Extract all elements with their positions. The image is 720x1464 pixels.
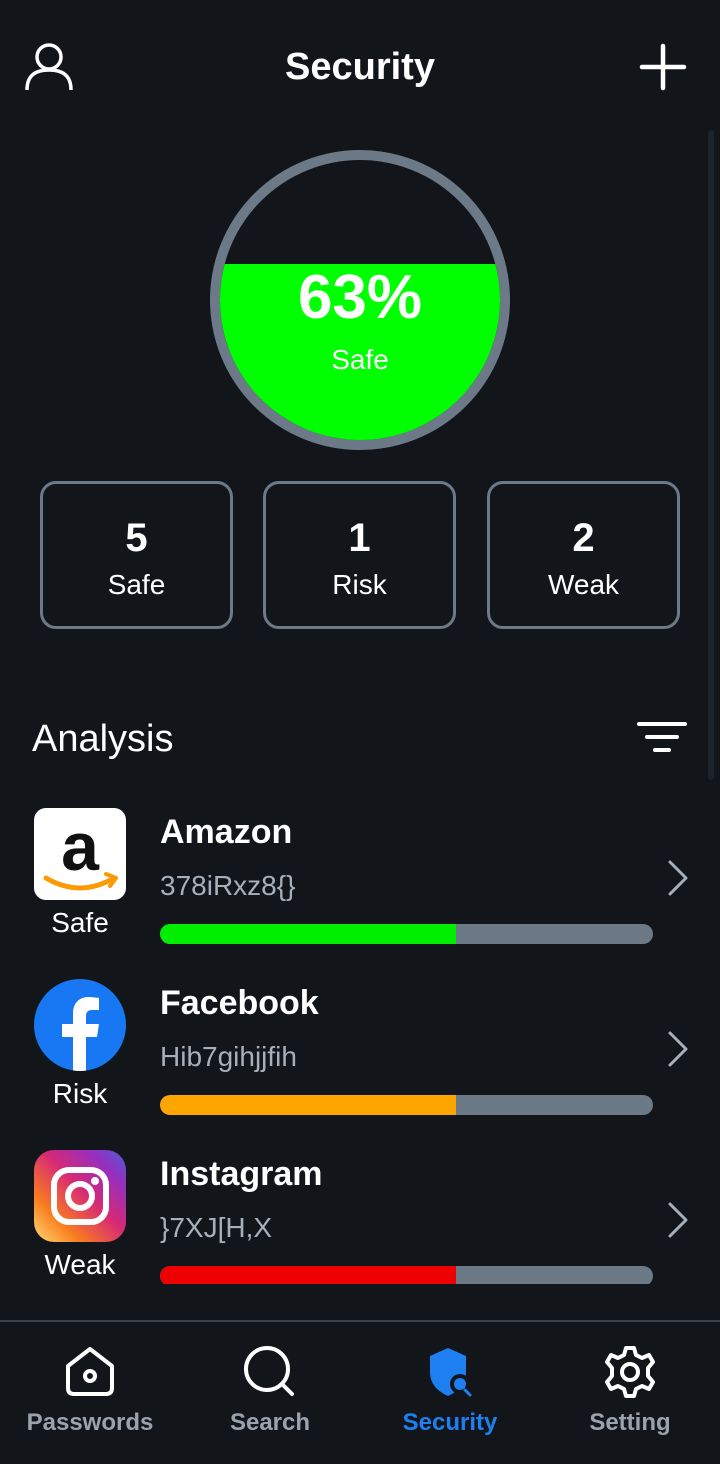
- filter-button[interactable]: [636, 716, 688, 760]
- item-name: Facebook: [160, 984, 319, 1022]
- list-item-amazon[interactable]: a Safe Amazon 378iRxz8{}: [0, 800, 720, 970]
- nav-label: Security: [402, 1409, 498, 1436]
- stat-card-safe[interactable]: 5 Safe: [40, 481, 233, 629]
- stat-card-weak[interactable]: 2 Weak: [487, 481, 680, 629]
- analysis-list: a Safe Amazon 378iRxz8{} Risk Facebook H…: [0, 800, 720, 1284]
- svg-text:a: a: [61, 809, 100, 885]
- stat-card-risk[interactable]: 1 Risk: [263, 481, 456, 629]
- nav-label: Setting: [589, 1409, 671, 1436]
- bottom-nav: Passwords Search Security Setting: [0, 1320, 720, 1464]
- stat-count: 2: [572, 516, 595, 560]
- nav-item-search[interactable]: Search: [180, 1322, 360, 1464]
- chevron-right-icon: [668, 1031, 688, 1067]
- instagram-logo: [34, 1150, 126, 1242]
- chevron-right-icon: [668, 1202, 688, 1238]
- facebook-logo: [34, 979, 126, 1071]
- list-item-instagram[interactable]: Weak Instagram }7XJ[H,X: [0, 1142, 720, 1284]
- item-password: Hib7gihjjfih: [160, 1041, 297, 1072]
- item-status: Risk: [52, 1078, 108, 1109]
- gear-icon: [605, 1346, 655, 1398]
- strength-bar-fill: [160, 1266, 456, 1284]
- plus-icon: [639, 43, 687, 91]
- security-gauge: 63% Safe: [210, 150, 510, 450]
- strength-bar: [160, 924, 653, 944]
- page-title: Security: [285, 46, 435, 88]
- stat-label: Risk: [332, 569, 387, 600]
- section-title: Analysis: [32, 718, 174, 760]
- nav-item-passwords[interactable]: Passwords: [0, 1322, 180, 1464]
- chevron-right-icon: [668, 860, 688, 896]
- item-status: Weak: [44, 1249, 116, 1280]
- stat-count: 1: [348, 516, 371, 560]
- shield-icon: [430, 1348, 472, 1397]
- nav-item-security[interactable]: Security: [360, 1322, 540, 1464]
- nav-label: Search: [229, 1409, 311, 1436]
- amazon-logo: a: [34, 808, 126, 900]
- strength-bar-fill: [160, 924, 456, 944]
- stat-count: 5: [125, 516, 148, 560]
- header: Security: [0, 0, 720, 140]
- nav-label: Passwords: [26, 1409, 154, 1436]
- strength-bar: [160, 1095, 653, 1115]
- strength-bar: [160, 1266, 653, 1284]
- stat-label: Safe: [107, 569, 166, 600]
- strength-bar-fill: [160, 1095, 456, 1115]
- add-button[interactable]: [638, 42, 688, 92]
- filter-icon: [637, 722, 687, 752]
- stat-label: Weak: [547, 569, 620, 600]
- stats-row: 5 Safe 1 Risk 2 Weak: [40, 481, 680, 629]
- item-status: Safe: [51, 907, 109, 938]
- gauge-percent: 63%: [297, 263, 423, 332]
- item-password: 378iRxz8{}: [160, 870, 296, 901]
- scrollbar[interactable]: [708, 130, 714, 780]
- item-name: Amazon: [160, 813, 293, 851]
- gauge-label: Safe: [331, 344, 389, 375]
- nav-item-setting[interactable]: Setting: [540, 1322, 720, 1464]
- home-icon: [66, 1347, 114, 1396]
- item-name: Instagram: [160, 1155, 323, 1193]
- search-icon: [244, 1346, 294, 1396]
- list-item-facebook[interactable]: Risk Facebook Hib7gihjjfih: [0, 971, 720, 1141]
- item-password: }7XJ[H,X: [160, 1212, 273, 1243]
